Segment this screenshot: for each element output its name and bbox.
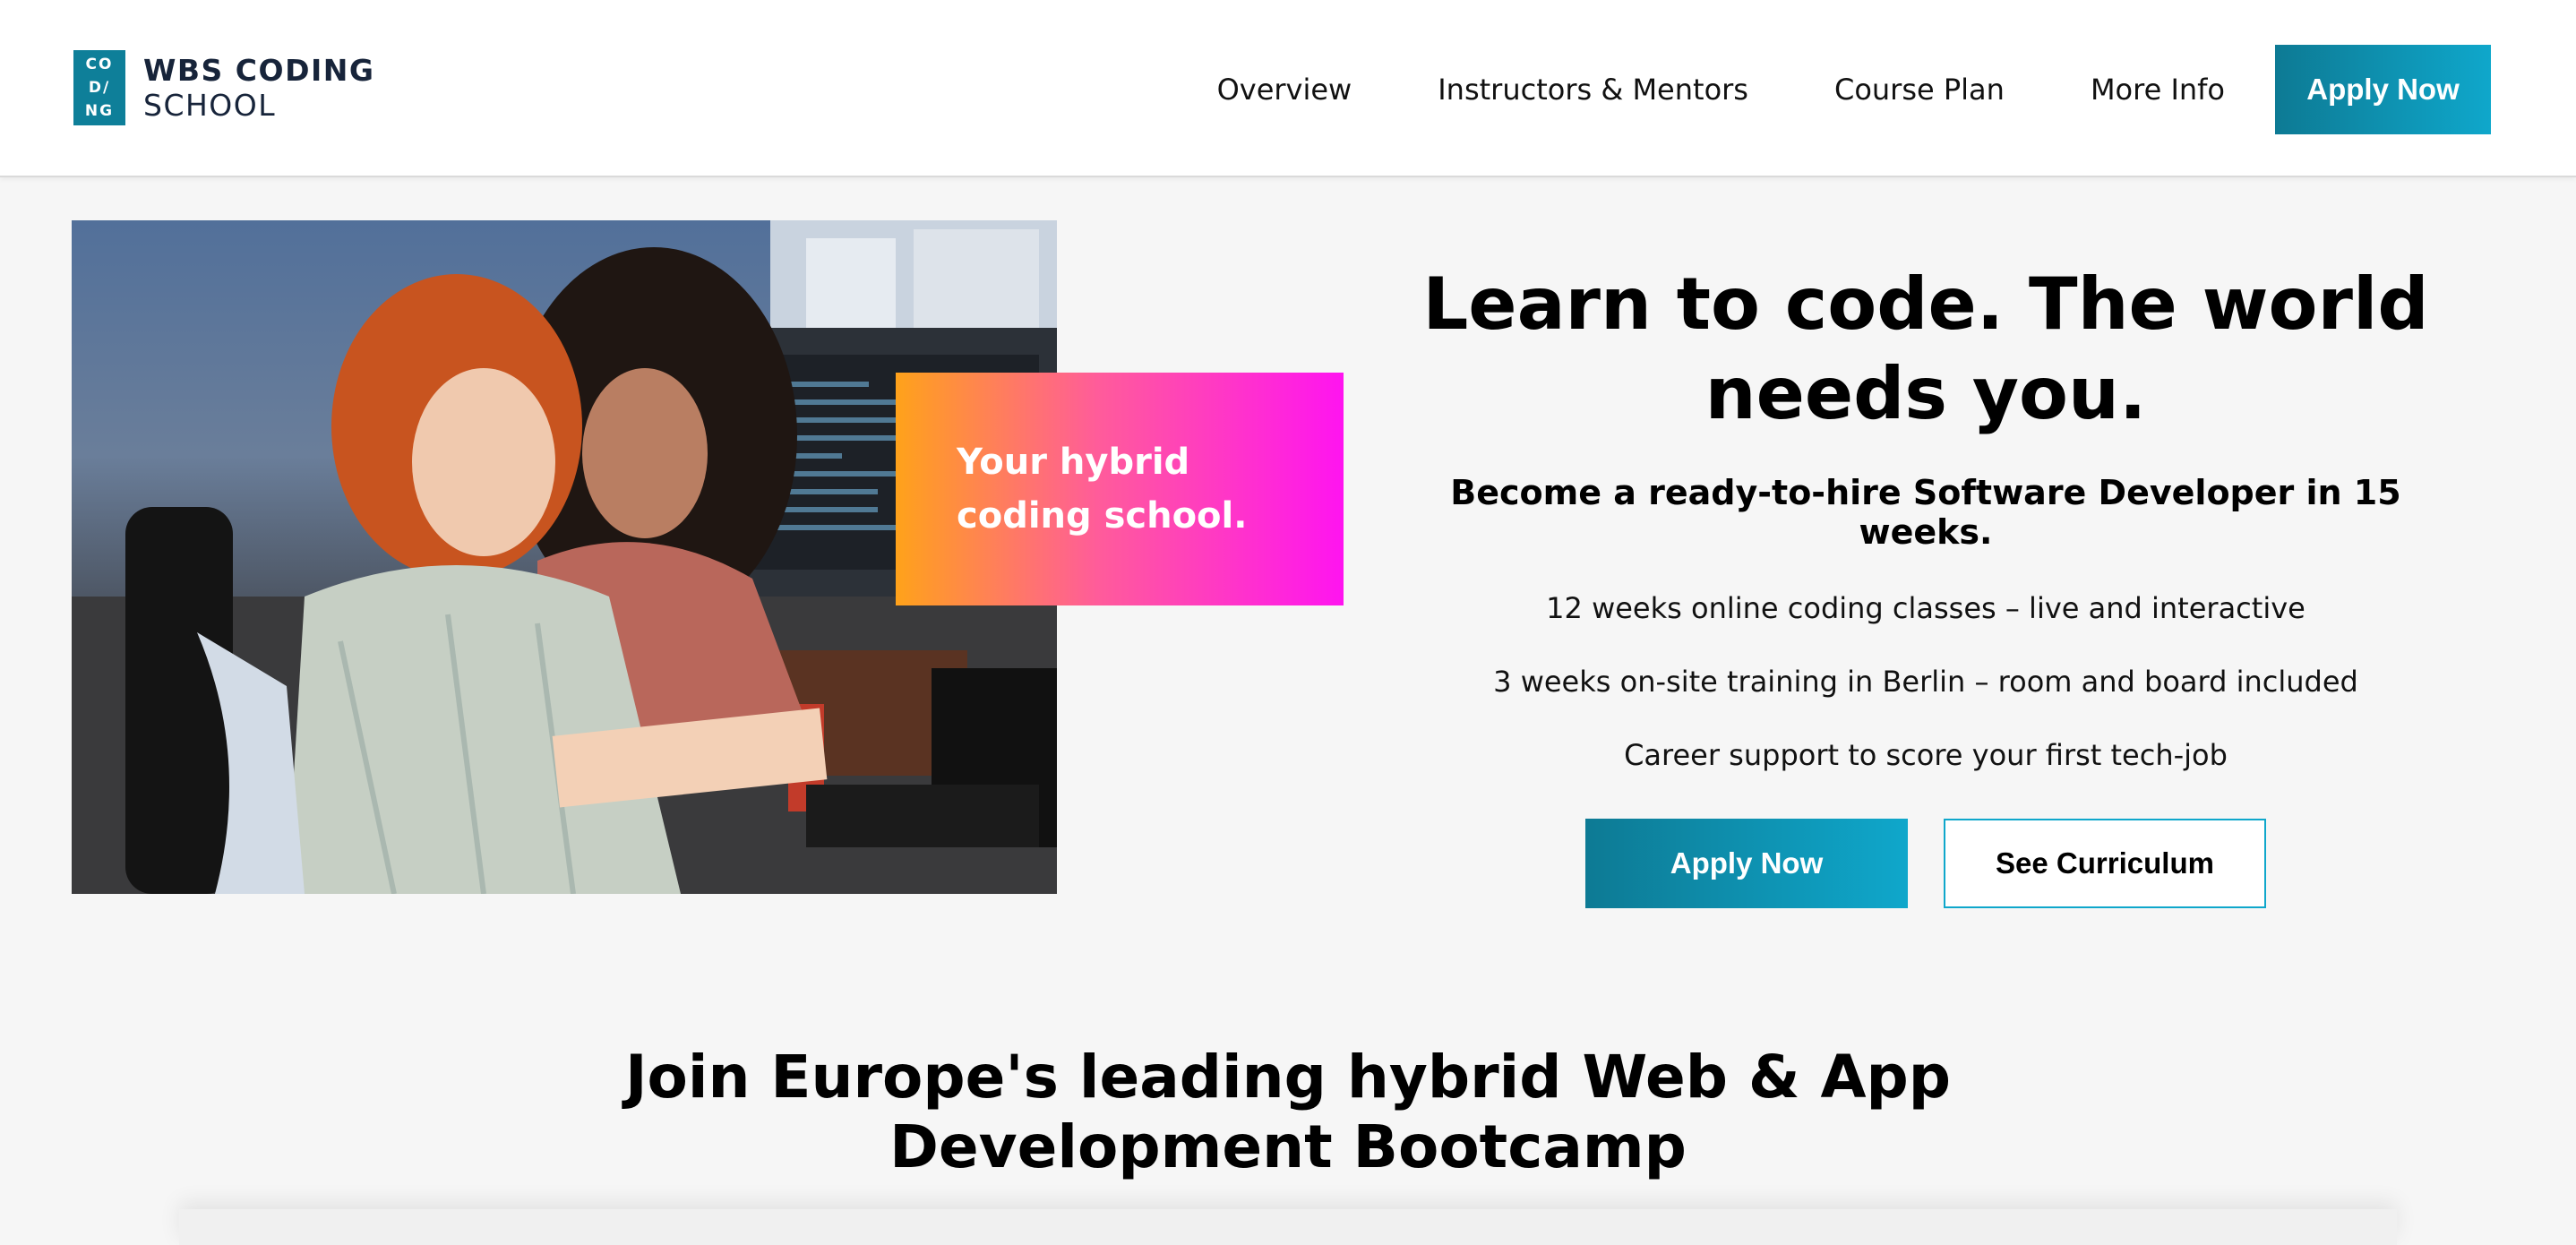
feature-onsite-training: 3 weeks on-site training in Berlin – roo… — [1493, 665, 2358, 699]
hybrid-school-badge: Your hybrid coding school. — [896, 373, 1344, 605]
hero-text: Learn to code. The world needs you. Beco… — [1397, 260, 2454, 772]
site-logo[interactable]: CO D/ NG WBS CODING SCHOOL — [73, 50, 374, 125]
nav-apply-now-button[interactable]: Apply Now — [2275, 45, 2491, 134]
feature-career-support: Career support to score your first tech-… — [1624, 738, 2228, 772]
nav-item-overview[interactable]: Overview — [1217, 73, 1352, 107]
hero-title: Learn to code. The world needs you. — [1422, 262, 2429, 435]
hero-subtitle: Become a ready-to-hire Software Develope… — [1450, 473, 2401, 552]
nav-item-more-info[interactable]: More Info — [2091, 73, 2225, 107]
logo-text: WBS CODING SCHOOL — [143, 53, 374, 123]
logo-mark-line: D/ — [88, 79, 111, 97]
logo-name-line2: SCHOOL — [143, 88, 277, 123]
nav-item-instructors-mentors[interactable]: Instructors & Mentors — [1438, 73, 1748, 107]
content-card — [179, 1209, 2397, 1245]
see-curriculum-button[interactable]: See Curriculum — [1944, 819, 2266, 908]
logo-name-line1: WBS CODING — [143, 53, 375, 88]
logo-mark: CO D/ NG — [73, 50, 125, 125]
main-nav: Overview Instructors & Mentors Course Pl… — [1217, 45, 2491, 134]
logo-mark-line: CO — [85, 56, 114, 73]
badge-text: Your hybrid coding school. — [957, 442, 1248, 537]
hero-buttons: Apply Now See Curriculum — [1585, 819, 2266, 908]
hero-apply-now-button[interactable]: Apply Now — [1585, 819, 1908, 908]
site-header: CO D/ NG WBS CODING SCHOOL Overview Inst… — [0, 0, 2576, 177]
nav-item-course-plan[interactable]: Course Plan — [1834, 73, 2005, 107]
feature-online-classes: 12 weeks online coding classes – live an… — [1546, 591, 2306, 625]
logo-mark-line: NG — [84, 102, 115, 120]
section-title: Join Europe's leading hybrid Web & App D… — [624, 1043, 1952, 1181]
